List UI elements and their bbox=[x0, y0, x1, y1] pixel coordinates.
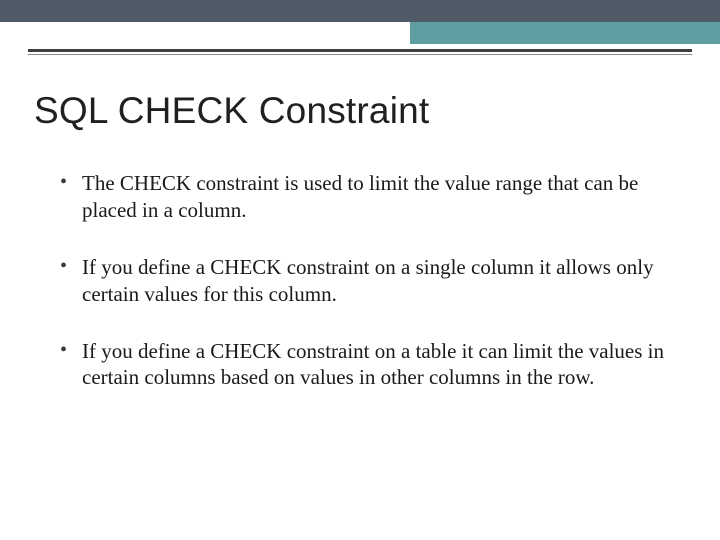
bullet-item: If you define a CHECK constraint on a si… bbox=[60, 254, 670, 308]
divider-thick bbox=[28, 49, 692, 52]
slide-title: SQL CHECK Constraint bbox=[34, 90, 429, 132]
top-bar-dark bbox=[0, 0, 720, 22]
top-bar-teal bbox=[410, 22, 720, 44]
divider-thin bbox=[28, 54, 692, 55]
bullet-list: The CHECK constraint is used to limit th… bbox=[60, 170, 670, 391]
slide-content: The CHECK constraint is used to limit th… bbox=[60, 170, 670, 421]
bullet-item: If you define a CHECK constraint on a ta… bbox=[60, 338, 670, 392]
slide: SQL CHECK Constraint The CHECK constrain… bbox=[0, 0, 720, 540]
bullet-item: The CHECK constraint is used to limit th… bbox=[60, 170, 670, 224]
